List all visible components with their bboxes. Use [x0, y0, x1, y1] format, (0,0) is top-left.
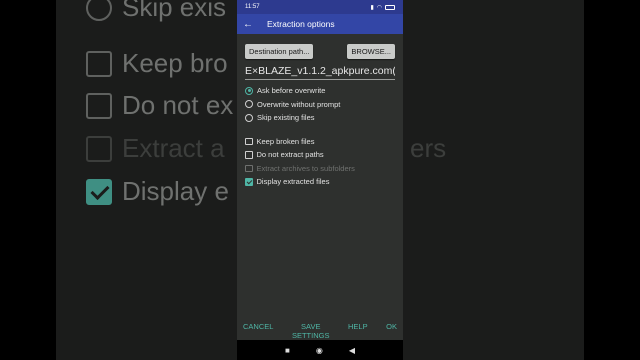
checkbox-display-extracted-files[interactable]: Display extracted files: [245, 175, 395, 189]
browse-button[interactable]: BROWSE...: [347, 44, 395, 59]
destination-path-input[interactable]: E×BLAZE_v1.1.2_apkpure.com(2): [245, 65, 395, 80]
checkbox-keep-broken-files[interactable]: Keep broken files: [245, 135, 395, 149]
bg-row-keep: Keep bro: [86, 48, 228, 79]
status-time: 11:57: [245, 4, 260, 10]
bg-radio-icon: [86, 0, 112, 21]
checkbox-extract-to-subfolders: Extract archives to subfolders: [245, 162, 395, 176]
bg-row-extract: Extract a: [86, 133, 225, 164]
save-settings-button[interactable]: SAVE SETTINGS: [292, 322, 330, 340]
radio-ask-before-overwrite[interactable]: Ask before overwrite: [245, 84, 395, 98]
overwrite-options: Ask before overwrite Overwrite without p…: [245, 84, 395, 125]
status-icons: ▮ ◠: [370, 4, 395, 11]
bg-checkbox-icon: [86, 92, 112, 119]
phone-screen: 11:57 ▮ ◠ ← Extraction options Destinati…: [237, 0, 403, 360]
signal-icon: ▮: [370, 4, 374, 11]
bg-checkbox-icon: [86, 50, 112, 77]
radio-icon: [245, 113, 253, 122]
checkbox-icon: [245, 151, 253, 159]
bg-row-donot: Do not ex: [86, 90, 233, 121]
bg-row-skip: Skip exis: [86, 0, 226, 23]
home-icon[interactable]: ◉: [316, 346, 323, 355]
recent-apps-icon[interactable]: ■: [285, 346, 290, 355]
checkbox-icon: [245, 137, 253, 145]
bg-checkbox-checked-icon: [86, 178, 112, 205]
app-bar: ← Extraction options: [237, 14, 403, 34]
ok-button[interactable]: OK: [386, 322, 397, 340]
radio-overwrite-without-prompt[interactable]: Overwrite without prompt: [245, 98, 395, 112]
dialog-content: Destination path... BROWSE... E×BLAZE_v1…: [237, 34, 403, 195]
bg-checkbox-icon: [86, 135, 112, 162]
checkbox-icon: [245, 164, 253, 172]
dialog-actions: CANCEL SAVE SETTINGS HELP OK: [237, 322, 403, 340]
page-title: Extraction options: [267, 19, 335, 29]
status-bar: 11:57 ▮ ◠: [237, 0, 403, 14]
wifi-icon: ◠: [376, 4, 382, 11]
help-button[interactable]: HELP: [348, 322, 368, 340]
cancel-button[interactable]: CANCEL: [243, 322, 273, 340]
checkbox-checked-icon: [245, 178, 253, 186]
arrow-left-icon[interactable]: ←: [243, 19, 257, 30]
radio-selected-icon: [245, 86, 253, 95]
back-icon[interactable]: ◀: [349, 346, 355, 355]
radio-skip-existing-files[interactable]: Skip existing files: [245, 111, 395, 125]
radio-icon: [245, 100, 253, 109]
bg-row-display: Display e: [86, 176, 229, 207]
destination-row: Destination path... BROWSE...: [245, 44, 395, 59]
battery-icon: [385, 4, 395, 10]
extraction-checkboxes: Keep broken files Do not extract paths E…: [245, 135, 395, 189]
checkbox-do-not-extract-paths[interactable]: Do not extract paths: [245, 148, 395, 162]
destination-path-button[interactable]: Destination path...: [245, 44, 314, 59]
bg-row-extract-tail: ers: [410, 133, 447, 163]
system-nav-bar: ■ ◉ ◀: [237, 340, 403, 360]
